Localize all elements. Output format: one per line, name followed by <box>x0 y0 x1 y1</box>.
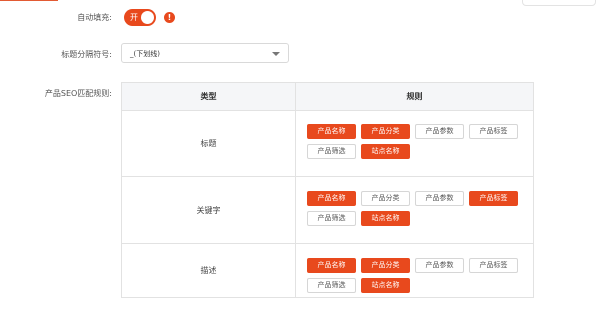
rule-tag[interactable]: 产品分类 <box>361 258 410 273</box>
table-row: 描述 产品名称 产品分类 产品参数 产品标签产品筛选 站点名称 <box>122 244 533 297</box>
row-type-cell: 关键字 <box>122 177 296 243</box>
separator-select-value: _(下划线) <box>130 50 160 58</box>
table-row: 标题 产品名称 产品分类 产品参数 产品标签产品筛选 站点名称 <box>122 110 533 177</box>
row-rule-cell: 产品名称 产品分类 产品参数 产品标签产品筛选 站点名称 <box>296 244 533 297</box>
info-icon[interactable]: ! <box>164 12 175 23</box>
top-right-input-partial[interactable] <box>522 0 596 6</box>
top-accent-line <box>0 0 58 1</box>
header-rule: 规则 <box>406 92 423 101</box>
rule-tag[interactable]: 产品筛选 <box>307 211 356 226</box>
rule-tag[interactable]: 产品名称 <box>307 191 356 206</box>
chevron-down-icon <box>272 52 280 56</box>
row-type-cell: 描述 <box>122 244 296 297</box>
rule-tag[interactable]: 产品标签 <box>469 258 518 273</box>
table-header: 类型 规则 <box>122 83 533 111</box>
rule-tag[interactable]: 产品名称 <box>307 258 356 273</box>
rule-tag[interactable]: 站点名称 <box>361 211 410 226</box>
rule-tag[interactable]: 产品参数 <box>415 258 464 273</box>
seo-rule-label: 产品SEO匹配规则: <box>44 89 112 98</box>
toggle-knob <box>141 11 154 24</box>
table-row: 关键字 产品名称 产品分类 产品参数 产品标签产品筛选 站点名称 <box>122 177 533 244</box>
rule-tag-list: 产品名称 产品分类 产品参数 产品标签产品筛选 站点名称 <box>307 191 532 231</box>
rule-tag[interactable]: 产品名称 <box>307 124 356 139</box>
auto-fill-label: 自动填充: <box>77 13 112 22</box>
row-rule-cell: 产品名称 产品分类 产品参数 产品标签产品筛选 站点名称 <box>296 110 533 176</box>
rule-tag-list: 产品名称 产品分类 产品参数 产品标签产品筛选 站点名称 <box>307 258 532 298</box>
row-type-cell: 标题 <box>122 110 296 176</box>
rule-tag[interactable]: 产品标签 <box>469 191 518 206</box>
rule-tag[interactable]: 产品筛选 <box>307 278 356 293</box>
row-rule-cell: 产品名称 产品分类 产品参数 产品标签产品筛选 站点名称 <box>296 177 533 243</box>
separator-select[interactable]: _(下划线) <box>121 43 289 63</box>
rule-tag[interactable]: 产品筛选 <box>307 144 356 159</box>
rule-tag[interactable]: 产品标签 <box>469 124 518 139</box>
rule-tag[interactable]: 产品分类 <box>361 191 410 206</box>
rule-tag[interactable]: 产品参数 <box>415 124 464 139</box>
rule-tag[interactable]: 产品分类 <box>361 124 410 139</box>
rule-tag[interactable]: 站点名称 <box>361 144 410 159</box>
toggle-text: 开 <box>130 13 138 22</box>
seo-rule-table: 类型 规则 标题 产品名称 产品分类 产品参数 产品标签产品筛选 站点名称 关键字 产品名称产… <box>121 82 534 298</box>
rule-tag[interactable]: 站点名称 <box>361 278 410 293</box>
separator-label: 标题分隔符号: <box>61 50 112 59</box>
rule-tag[interactable]: 产品参数 <box>415 191 464 206</box>
rule-tag-list: 产品名称 产品分类 产品参数 产品标签产品筛选 站点名称 <box>307 124 532 164</box>
header-type: 类型 <box>122 83 296 110</box>
auto-fill-toggle[interactable]: 开 <box>124 9 156 26</box>
